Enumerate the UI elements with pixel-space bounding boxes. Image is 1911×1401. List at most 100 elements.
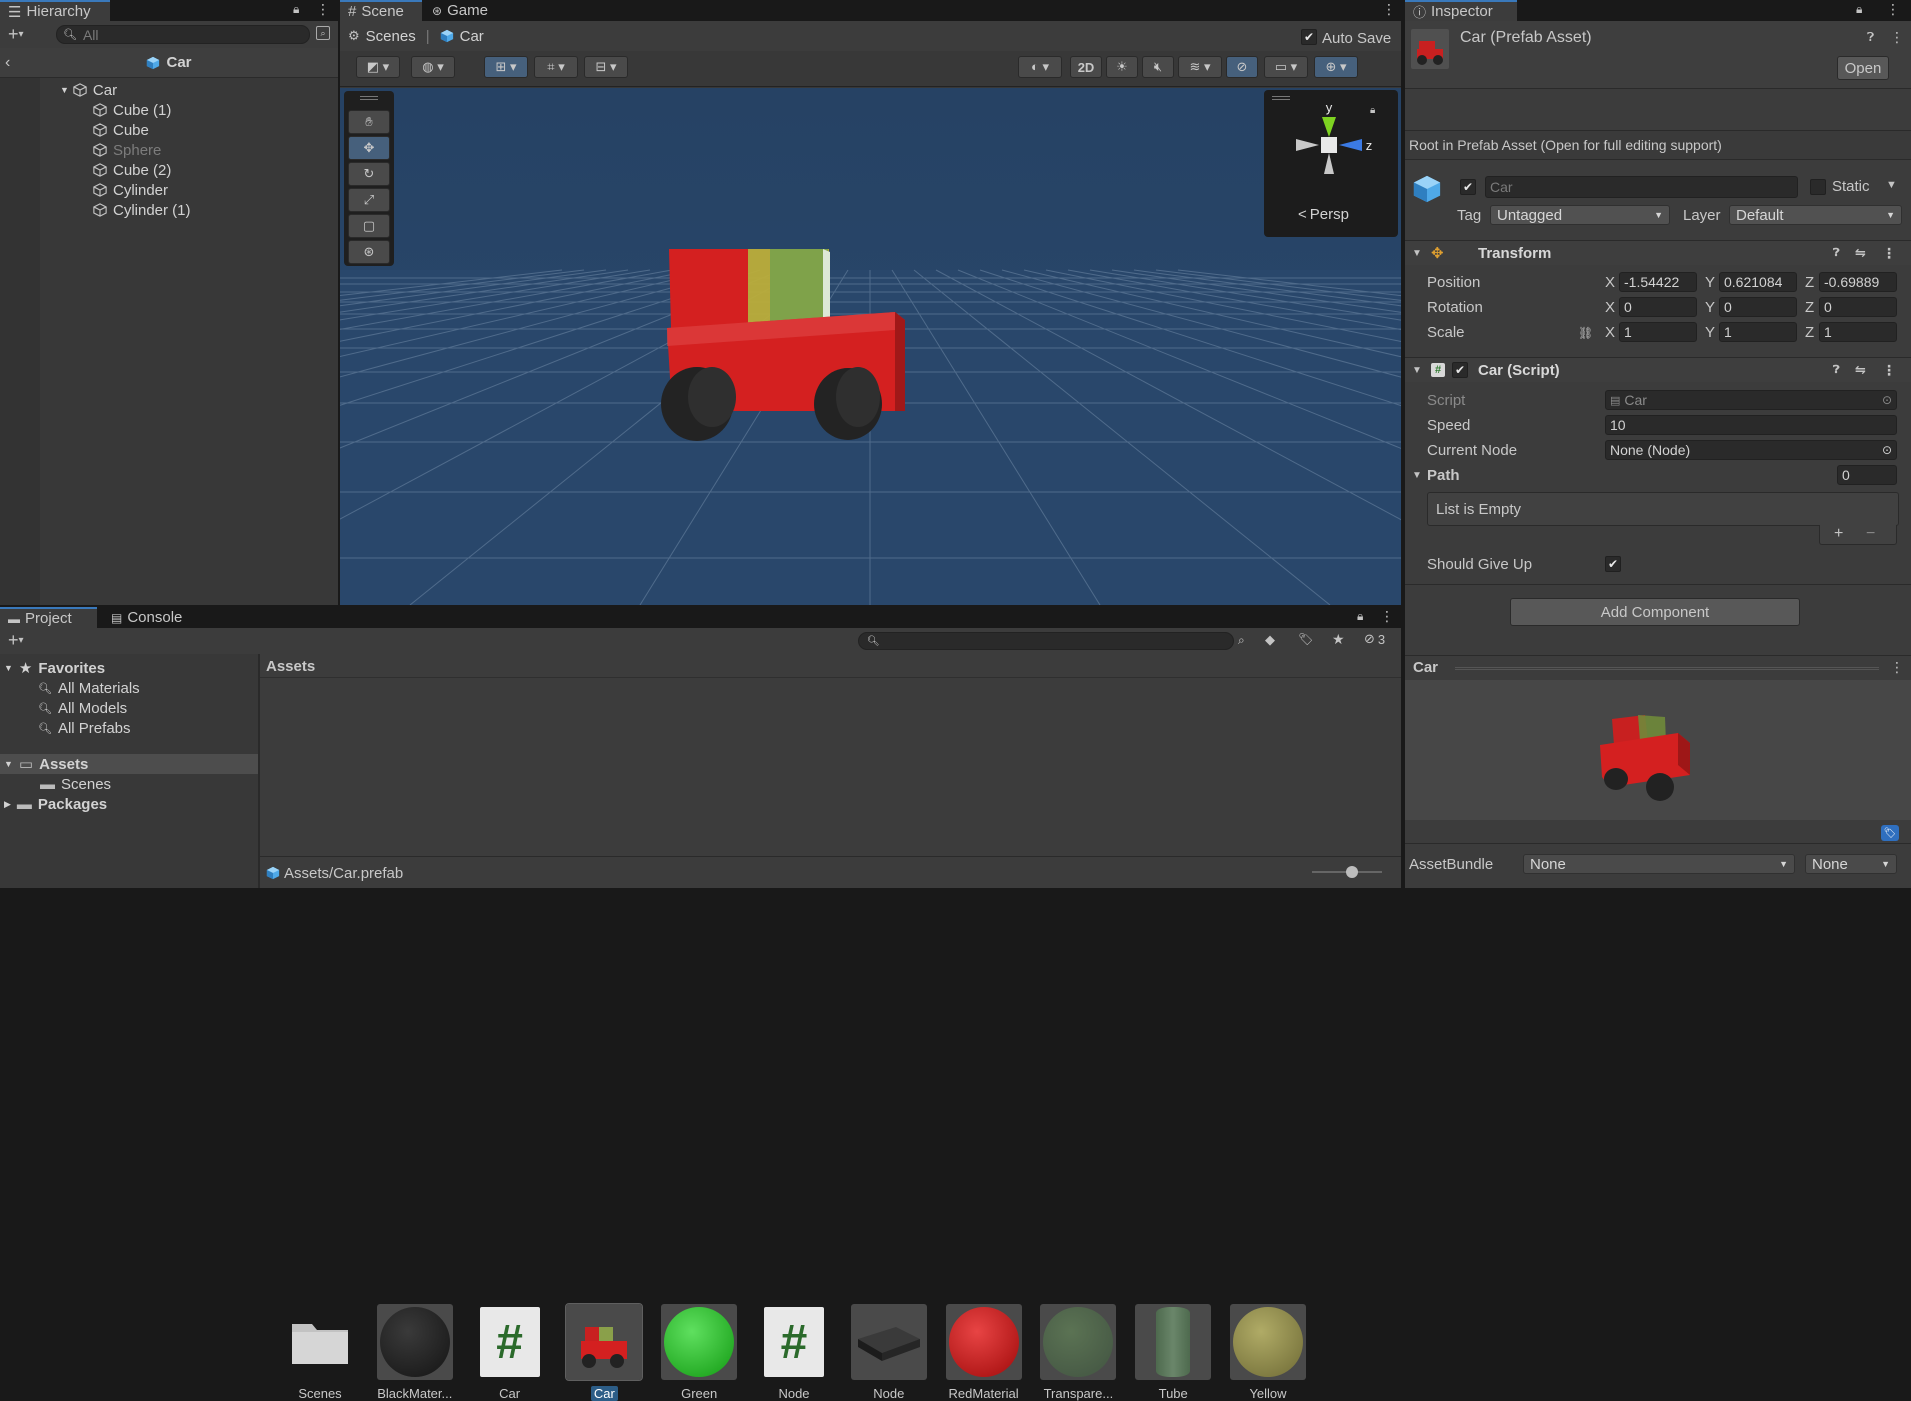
help-icon[interactable]: ❓︎	[1833, 364, 1840, 377]
more-menu-icon[interactable]: ⋮	[1882, 362, 1896, 379]
hierarchy-item[interactable]: Cylinder (1)	[93, 200, 191, 220]
assetbundle-variant-dropdown[interactable]: None ▼	[1805, 854, 1897, 874]
scenes-node[interactable]: ▬ Scenes	[40, 774, 111, 794]
tab-project[interactable]: ▬ Project	[0, 607, 97, 628]
assetbundle-dropdown[interactable]: None ▼	[1523, 854, 1795, 874]
hand-tool-button[interactable]: ✋︎	[348, 110, 390, 134]
filter-type-icon[interactable]: ◆	[1265, 632, 1275, 648]
script-component-header[interactable]: ▼ # ✔ Car (Script) ❓︎ ⇋ ⋮	[1405, 357, 1911, 382]
packages-node[interactable]: ▶ ▬ Packages	[4, 794, 107, 814]
scene-visibility-toggle[interactable]: ⊘	[1226, 56, 1258, 78]
scale-z-input[interactable]: 1	[1819, 322, 1897, 342]
more-menu-icon[interactable]: ⋮	[1380, 608, 1394, 625]
favorites-node[interactable]: ▼ ★ Favorites	[4, 658, 105, 678]
position-z-input[interactable]: -0.69889	[1819, 272, 1897, 292]
more-menu-icon[interactable]: ⋮	[1890, 659, 1904, 676]
favorites-item[interactable]: 🔍︎ All Models	[38, 698, 127, 718]
axis-gizmo[interactable]: y z	[1284, 100, 1374, 195]
asset-tile[interactable]: Car	[565, 1303, 644, 1401]
camera-dropdown[interactable]: ▭ ▾	[1264, 56, 1308, 78]
effects-dropdown[interactable]: ≋ ▾	[1178, 56, 1222, 78]
filter-label-icon[interactable]: 🏷︎	[1298, 632, 1313, 646]
breadcrumb-scenes[interactable]: Scenes	[366, 28, 416, 45]
drag-handle[interactable]	[360, 96, 378, 100]
add-element-icon[interactable]: +	[1834, 525, 1843, 543]
zoom-slider[interactable]	[1312, 866, 1382, 878]
tab-scene[interactable]: # Scene	[340, 0, 422, 21]
speed-input[interactable]: 10	[1605, 415, 1897, 435]
favorites-item[interactable]: 🔍︎ All Prefabs	[38, 718, 131, 738]
global-toggle-dropdown[interactable]: ◍ ▾	[411, 56, 455, 78]
scale-x-input[interactable]: 1	[1619, 322, 1697, 342]
asset-label-tag-icon[interactable]: 🏷︎	[1881, 825, 1899, 841]
asset-tile[interactable]: Green	[660, 1304, 738, 1401]
asset-tile[interactable]: Node	[850, 1304, 928, 1401]
2d-toggle-button[interactable]: 2D	[1070, 56, 1102, 78]
scale-tool-button[interactable]: ⤢	[348, 188, 390, 212]
rotation-x-input[interactable]: 0	[1619, 297, 1697, 317]
object-picker-icon[interactable]: ⊙	[1882, 443, 1892, 457]
current-node-field[interactable]: None (Node) ⊙	[1605, 440, 1897, 460]
search-options-icon[interactable]: ⌕	[1238, 633, 1245, 648]
should-give-up-checkbox[interactable]: ✔	[1605, 556, 1621, 572]
scale-y-input[interactable]: 1	[1719, 322, 1797, 342]
tab-game[interactable]: ⊛ Game	[424, 0, 504, 21]
breadcrumb-car[interactable]: Car	[460, 28, 484, 45]
more-menu-icon[interactable]: ⋮	[316, 1, 330, 18]
more-menu-icon[interactable]: ⋮	[1382, 1, 1396, 18]
rect-tool-button[interactable]: ▢	[348, 214, 390, 238]
increment-snap-dropdown[interactable]: ⊟ ▾	[584, 56, 628, 78]
auto-save-checkbox[interactable]: ✔	[1301, 29, 1317, 45]
zoom-slider-thumb[interactable]	[1346, 866, 1358, 878]
settings-sliders-icon[interactable]: ⇋	[1855, 245, 1866, 261]
object-name-field[interactable]: Car	[1485, 176, 1798, 198]
settings-sliders-icon[interactable]: ⇋	[1855, 362, 1866, 378]
script-enabled-checkbox[interactable]: ✔	[1452, 362, 1468, 378]
back-chevron-icon[interactable]: ‹	[5, 54, 10, 72]
rotation-z-input[interactable]: 0	[1819, 297, 1897, 317]
remove-element-icon[interactable]: −	[1866, 525, 1875, 543]
tab-console[interactable]: ▤ Console	[103, 607, 203, 628]
transform-tool-button[interactable]: ⊛	[348, 240, 390, 264]
hierarchy-item[interactable]: Sphere	[93, 140, 161, 160]
chevron-down-icon[interactable]: ▼	[1886, 179, 1897, 191]
lock-icon[interactable]: 🔒︎	[1856, 2, 1862, 17]
lock-icon[interactable]: 🔒︎	[1357, 609, 1363, 624]
assets-node[interactable]: ▼ ▭ Assets	[4, 754, 88, 774]
draw-mode-dropdown[interactable]: ◩ ▾	[356, 56, 400, 78]
object-picker-icon[interactable]: ⊙	[1882, 393, 1892, 407]
lock-icon[interactable]: 🔒︎	[293, 2, 299, 17]
favorite-star-icon[interactable]: ★	[1332, 631, 1345, 648]
asset-tile[interactable]: RedMaterial	[945, 1304, 1023, 1401]
hierarchy-item[interactable]: Cube (2)	[93, 160, 171, 180]
more-menu-icon[interactable]: ⋮	[1890, 29, 1904, 46]
orientation-gizmo[interactable]: 🔒︎ y z < Persp	[1264, 90, 1398, 237]
snap-toggle-button[interactable]: ⊞ ▾	[484, 56, 528, 78]
rotate-tool-button[interactable]: ↻	[348, 162, 390, 186]
project-search-input[interactable]: 🔍︎	[858, 632, 1234, 650]
asset-tile[interactable]: Scenes	[281, 1304, 359, 1401]
more-menu-icon[interactable]: ⋮	[1886, 1, 1900, 18]
open-button[interactable]: Open	[1837, 56, 1889, 80]
hierarchy-search-input[interactable]: 🔍︎ All	[56, 25, 310, 44]
projection-toggle[interactable]: < Persp	[1298, 206, 1349, 223]
gizmos-dropdown[interactable]: ⊕ ▾	[1314, 56, 1358, 78]
move-tool-button[interactable]: ✥	[348, 136, 390, 160]
foldout-arrow-icon[interactable]: ▼	[1412, 470, 1422, 481]
asset-tile[interactable]: Transpare...	[1039, 1304, 1117, 1401]
search-options-icon[interactable]: ⌕	[316, 26, 330, 40]
hidden-packages-icon[interactable]: ⊘ 3	[1364, 631, 1385, 647]
help-icon[interactable]: ❓︎	[1833, 247, 1840, 260]
active-checkbox[interactable]: ✔	[1460, 179, 1476, 195]
shading-mode-dropdown[interactable]: ◐ ▾	[1018, 56, 1062, 78]
gameobject-cube-icon[interactable]	[1412, 174, 1442, 204]
hierarchy-item[interactable]: Cube	[93, 120, 149, 140]
tag-dropdown[interactable]: Untagged ▼	[1490, 205, 1670, 225]
add-dropdown-icon[interactable]: + ▾	[8, 24, 24, 45]
tab-inspector[interactable]: ⓘ Inspector	[1405, 0, 1517, 21]
assets-breadcrumb[interactable]: Assets	[266, 658, 315, 675]
audio-toggle-button[interactable]: 🔇︎	[1142, 56, 1174, 78]
static-checkbox[interactable]	[1810, 179, 1826, 195]
asset-tile[interactable]: # Car	[471, 1304, 549, 1401]
favorites-item[interactable]: 🔍︎ All Materials	[38, 678, 140, 698]
